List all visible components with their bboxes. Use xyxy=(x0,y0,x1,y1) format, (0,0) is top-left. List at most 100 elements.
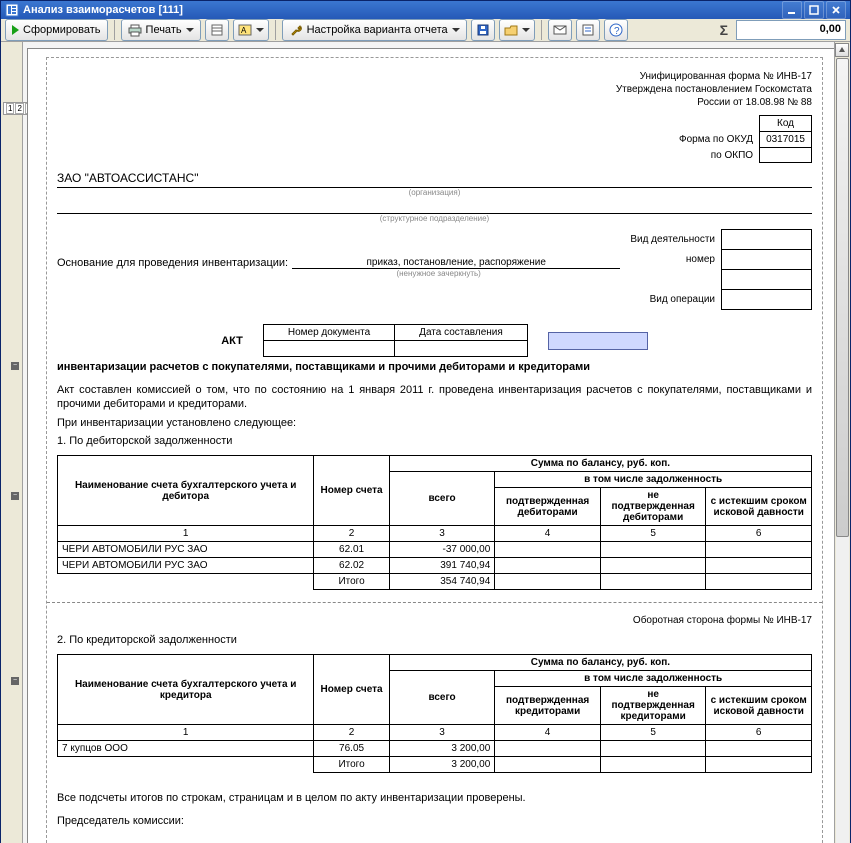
form-code-line: Утверждена постановлением Госкомстата xyxy=(57,83,812,96)
print-frame: Унифицированная форма № ИНВ-17 Утвержден… xyxy=(46,57,823,843)
print-button[interactable]: Печать xyxy=(121,19,201,41)
okud-value: 0317015 xyxy=(760,132,812,148)
fold-marker[interactable]: − xyxy=(11,362,19,370)
minimize-button[interactable] xyxy=(782,1,802,19)
line2: При инвентаризации установлено следующее… xyxy=(57,417,812,429)
okpo-label: по ОКПО xyxy=(673,148,760,163)
separator xyxy=(114,20,115,40)
side-codes: Вид деятельности номер Вид операции xyxy=(630,229,812,310)
print-label: Печать xyxy=(146,24,182,36)
total-row: Итого 354 740,94 xyxy=(58,574,812,590)
reason-caption: (ненужное зачеркнуть) xyxy=(257,269,620,278)
struct-caption: (структурное подразделение) xyxy=(57,214,812,223)
total-value: 3 200,00 xyxy=(389,757,495,773)
debit-table: Наименование счета бухгалтерского учета … xyxy=(57,455,812,590)
cell-val: 391 740,94 xyxy=(389,558,495,574)
params-button[interactable] xyxy=(576,19,600,41)
highlight-button[interactable]: A xyxy=(233,19,269,41)
chevron-down-icon xyxy=(186,28,194,32)
form-code-line: России от 18.08.98 № 88 xyxy=(57,96,812,109)
col-c6: с истекшим сроком исковой давности xyxy=(706,488,812,526)
number-value xyxy=(722,250,812,270)
layout-button[interactable] xyxy=(205,19,229,41)
fold-marker[interactable]: − xyxy=(11,677,19,685)
run-label: Сформировать xyxy=(23,24,101,36)
act-header: инвентаризации расчетов с покупателями, … xyxy=(57,361,812,373)
cell-acct: 62.01 xyxy=(314,542,389,558)
cell-name: ЧЕРИ АВТОМОБИЛИ РУС ЗАО xyxy=(58,558,314,574)
settings-label: Настройка варианта отчета xyxy=(307,24,448,36)
operation-label: Вид операции xyxy=(630,290,721,310)
viewport[interactable]: Унифицированная форма № ИНВ-17 Утвержден… xyxy=(23,42,850,843)
n6: 6 xyxy=(706,725,812,741)
n4: 4 xyxy=(495,725,601,741)
section2-title: 2. По кредиторской задолженности xyxy=(57,634,812,646)
sum-display[interactable]: 0,00 xyxy=(736,20,846,40)
fold-marker[interactable]: − xyxy=(11,492,19,500)
act-num-hdr: Номер документа xyxy=(263,325,394,341)
col-sub: в том числе задолженность xyxy=(495,472,812,488)
org-caption: (организация) xyxy=(57,188,812,197)
mail-button[interactable] xyxy=(548,19,572,41)
close-button[interactable] xyxy=(826,1,846,19)
col-c5: не подтвержденная кредиторами xyxy=(600,687,706,725)
run-button[interactable]: Сформировать xyxy=(5,19,108,41)
col-acct: Номер счета xyxy=(314,655,389,725)
col-total: всего xyxy=(389,472,495,526)
n2: 2 xyxy=(314,526,389,542)
reason-label: Основание для проведения инвентаризации: xyxy=(57,257,288,269)
col-sum: Сумма по балансу, руб. коп. xyxy=(389,456,811,472)
scroll-thumb[interactable] xyxy=(836,58,849,537)
scroll-up-button[interactable] xyxy=(835,43,849,57)
settings-button[interactable]: Настройка варианта отчета xyxy=(282,19,467,41)
left-ruler: 1 2 3 − − − xyxy=(1,42,23,843)
chevron-down-icon xyxy=(256,28,264,32)
scroll-track[interactable] xyxy=(836,58,849,843)
okud-label: Форма по ОКУД xyxy=(673,132,760,148)
cell-acct: 62.02 xyxy=(314,558,389,574)
credit-table: Наименование счета бухгалтерского учета … xyxy=(57,654,812,773)
open-button[interactable] xyxy=(499,19,535,41)
numrow: 1 2 3 4 5 6 xyxy=(58,526,812,542)
tab-1[interactable]: 1 xyxy=(6,103,14,114)
chairman-label: Председатель комиссии: xyxy=(57,815,812,827)
code-box: Код Форма по ОКУД0317015 по ОКПО xyxy=(57,115,812,163)
act-date-hdr: Дата составления xyxy=(395,325,528,341)
col-c4: подтвержденная кредиторами xyxy=(495,687,601,725)
activity-label: Вид деятельности xyxy=(630,230,721,250)
col-c6: с истекшим сроком исковой давности xyxy=(706,687,812,725)
chevron-down-icon xyxy=(452,28,460,32)
vertical-scrollbar[interactable] xyxy=(834,42,850,843)
svg-text:?: ? xyxy=(614,26,620,37)
col-sum: Сумма по балансу, руб. коп. xyxy=(389,655,811,671)
activity-value xyxy=(722,230,812,250)
maximize-button[interactable] xyxy=(804,1,824,19)
reason-value: приказ, постановление, распоряжение xyxy=(292,257,620,269)
section1-title: 1. По дебиторской задолженности xyxy=(57,435,812,447)
col-c5: не подтвержденная дебиторами xyxy=(600,488,706,526)
col-name: Наименование счета бухгалтерского учета … xyxy=(58,655,314,725)
sigma-icon: Σ xyxy=(716,22,732,38)
n4: 4 xyxy=(495,526,601,542)
table-row: ЧЕРИ АВТОМОБИЛИ РУС ЗАО 62.02 391 740,94 xyxy=(58,558,812,574)
cell-acct: 76.05 xyxy=(314,741,389,757)
form-header: Унифицированная форма № ИНВ-17 Утвержден… xyxy=(57,70,812,109)
tab-2[interactable]: 2 xyxy=(15,103,23,114)
save-button[interactable] xyxy=(471,19,495,41)
titlebar: Анализ взаиморасчетов [111] xyxy=(1,1,850,19)
numrow: 1 2 3 4 5 6 xyxy=(58,725,812,741)
help-button[interactable]: ? xyxy=(604,19,628,41)
col-total: всего xyxy=(389,671,495,725)
blank-label xyxy=(630,270,721,290)
printer-icon xyxy=(128,23,142,37)
separator xyxy=(541,20,542,40)
separator xyxy=(275,20,276,40)
org-block: ЗАО "АВТОАССИСТАНС" (организация) (струк… xyxy=(57,171,812,223)
n6: 6 xyxy=(706,526,812,542)
n5: 5 xyxy=(600,526,706,542)
act-date-val xyxy=(395,341,528,357)
cell-val: 3 200,00 xyxy=(389,741,495,757)
n1: 1 xyxy=(58,725,314,741)
blank-value xyxy=(722,270,812,290)
wrench-icon xyxy=(289,23,303,37)
